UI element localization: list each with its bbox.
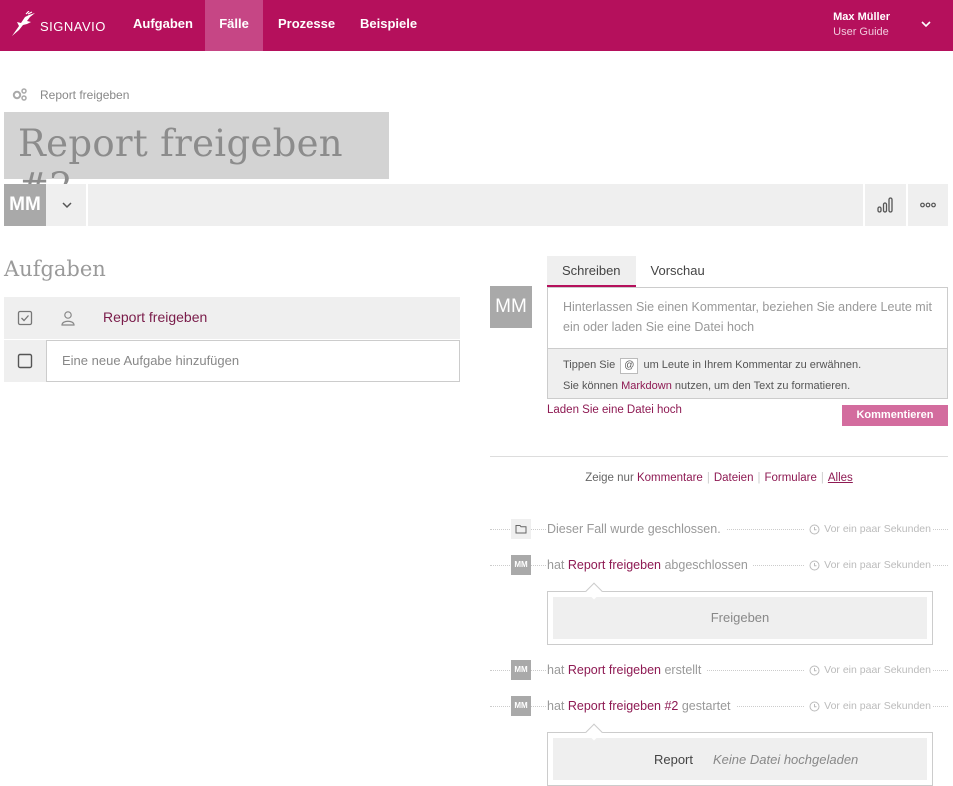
hint-text: um Leute in Ihrem Kommentar zu erwähnen. [643, 359, 862, 371]
statistics-button[interactable] [863, 184, 904, 226]
assignee-dropdown-button[interactable] [46, 184, 88, 226]
user-icon [61, 311, 75, 326]
new-task-checkbox[interactable] [4, 340, 46, 382]
folder-icon [511, 519, 531, 539]
user-name: Max Müller [833, 11, 890, 23]
task-link[interactable]: Report freigeben [568, 663, 661, 677]
clock-icon [809, 665, 820, 675]
tasks-heading: Aufgaben [4, 257, 106, 281]
comment-textarea[interactable]: Hinterlassen Sie einen Kommentar, bezieh… [547, 287, 948, 349]
divider [490, 456, 948, 457]
user-avatar: MM [511, 660, 531, 680]
event-text: Dieser Fall wurde geschlossen. [547, 519, 726, 539]
timeline-event: MM hat Report freigeben #2 gestartet Vor… [490, 696, 948, 716]
event-time: Vor ein paar Sekunden [805, 519, 933, 539]
timeline-event: Dieser Fall wurde geschlossen. Vor ein p… [490, 519, 948, 539]
bar-chart-icon [877, 197, 893, 213]
assignee-avatar[interactable]: MM [4, 184, 46, 226]
case-toolbar: MM [4, 184, 948, 226]
task-link[interactable]: Report freigeben [568, 558, 661, 572]
hint-text: Tippen Sie [563, 359, 616, 371]
file-status: Keine Datei hochgeladen [713, 751, 859, 767]
comment-author-avatar: MM [490, 286, 532, 328]
filter-all[interactable]: Alles [828, 472, 853, 484]
comment-hints: Tippen Sie @ um Leute in Ihrem Kommentar… [547, 348, 948, 399]
event-time: Vor ein paar Sekunden [805, 555, 933, 575]
markdown-link[interactable]: Markdown [621, 380, 672, 392]
event-text: hat Report freigeben #2 gestartet [547, 696, 736, 716]
hint-text: Sie können [563, 380, 619, 392]
new-task-row: Eine neue Aufgabe hinzufügen [4, 340, 460, 382]
event-time: Vor ein paar Sekunden [805, 696, 933, 716]
breadcrumb-process-link[interactable]: Report freigeben [40, 88, 129, 102]
filter-comments[interactable]: Kommentare [637, 472, 703, 484]
nav-aufgaben[interactable]: Aufgaben [119, 0, 207, 51]
filter-prefix: Zeige nur [585, 472, 634, 484]
top-navigation-bar: SIGNAVIO Aufgaben Fälle Prozesse Beispie… [0, 0, 953, 51]
clock-icon [809, 701, 820, 711]
hint-text: nutzen, um den Text zu formatieren. [674, 380, 851, 392]
chevron-down-icon [62, 202, 72, 209]
brand-name: SIGNAVIO [40, 19, 106, 34]
signavio-logo[interactable]: SIGNAVIO [9, 10, 106, 40]
upload-file-link[interactable]: Laden Sie eine Datei hoch [547, 404, 682, 416]
task-checkbox[interactable] [4, 297, 46, 339]
new-task-input[interactable]: Eine neue Aufgabe hinzufügen [46, 340, 460, 382]
comment-tabs: Schreiben Vorschau [547, 256, 720, 287]
clock-icon [809, 524, 820, 534]
checked-checkbox-icon [17, 310, 33, 326]
empty-checkbox-icon [17, 353, 33, 369]
event-text: hat Report freigeben abgeschlossen [547, 555, 753, 575]
file-result-card: Report Keine Datei hochgeladen [547, 723, 933, 786]
file-field-label: Report [653, 751, 693, 767]
user-menu[interactable]: Max Müller User Guide [833, 11, 890, 38]
nav-beispiele[interactable]: Beispiele [346, 0, 431, 51]
activity-filter: Zeige nur Kommentare | Dateien | Formulare | A… [585, 472, 853, 484]
user-avatar: MM [511, 696, 531, 716]
page-title[interactable]: Report freigeben #2 [4, 112, 389, 208]
process-gears-icon [12, 88, 27, 101]
event-time: Vor ein paar Sekunden [805, 660, 933, 680]
task-row: Report freigeben [4, 297, 460, 339]
case-link[interactable]: Report freigeben #2 [568, 699, 679, 713]
event-text: hat Report freigeben erstellt [547, 660, 707, 680]
form-field-value: Freigeben [553, 597, 927, 639]
filter-files[interactable]: Dateien [714, 472, 754, 484]
breadcrumb: Report freigeben [11, 87, 129, 102]
task-assignee-button[interactable] [47, 297, 89, 339]
more-options-button[interactable] [906, 184, 948, 226]
filter-forms[interactable]: Formulare [764, 472, 816, 484]
clock-icon [809, 560, 820, 570]
task-link[interactable]: Report freigeben [103, 297, 207, 337]
user-avatar: MM [511, 555, 531, 575]
nav-prozesse[interactable]: Prozesse [264, 0, 349, 51]
timeline-event: MM hat Report freigeben erstellt Vor ein… [490, 660, 948, 680]
mention-key: @ [620, 358, 639, 374]
user-subtitle: User Guide [833, 26, 889, 38]
nav-faelle[interactable]: Fälle [205, 0, 263, 51]
timeline-event: MM hat Report freigeben abgeschlossen Vo… [490, 555, 948, 575]
tab-schreiben[interactable]: Schreiben [547, 256, 636, 287]
submit-comment-button[interactable]: Kommentieren [842, 405, 948, 426]
chevron-down-icon[interactable] [919, 17, 933, 31]
tab-vorschau[interactable]: Vorschau [636, 256, 720, 287]
form-result-card: Freigeben [547, 582, 933, 645]
antelope-logo-icon [12, 11, 35, 36]
ellipsis-icon [920, 202, 936, 208]
